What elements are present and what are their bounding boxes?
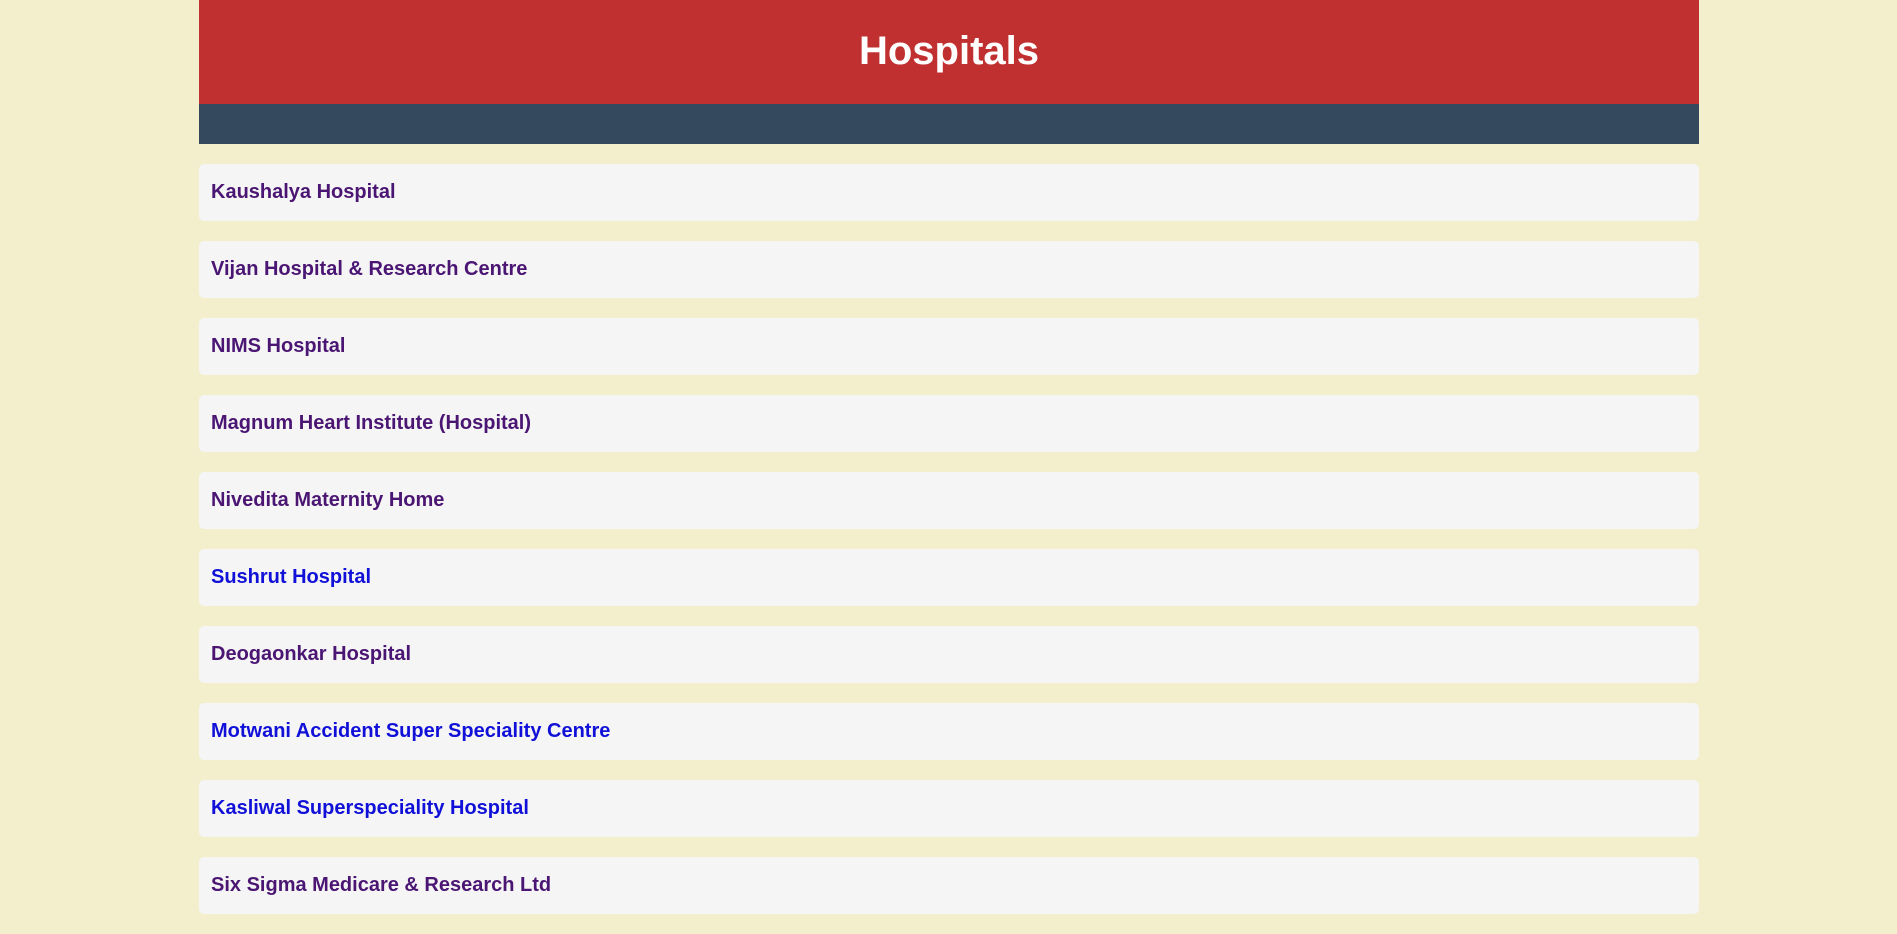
navigation-bar bbox=[199, 104, 1699, 144]
hospital-link[interactable]: Nivedita Maternity Home bbox=[211, 489, 444, 512]
hospital-link[interactable]: Magnum Heart Institute (Hospital) bbox=[211, 412, 531, 435]
list-item: Vijan Hospital & Research Centre bbox=[199, 241, 1699, 298]
page-title: Hospitals bbox=[858, 29, 1040, 73]
hospital-link[interactable]: Sushrut Hospital bbox=[211, 566, 371, 589]
hospital-link[interactable]: NIMS Hospital bbox=[211, 335, 345, 358]
list-item: Motwani Accident Super Speciality Centre bbox=[199, 703, 1699, 760]
list-item: NIMS Hospital bbox=[199, 318, 1699, 375]
hospital-list: Kaushalya Hospital Vijan Hospital & Rese… bbox=[199, 164, 1699, 914]
list-item: Nivedita Maternity Home bbox=[199, 472, 1699, 529]
list-item: Sushrut Hospital bbox=[199, 549, 1699, 606]
hospital-link[interactable]: Deogaonkar Hospital bbox=[211, 643, 411, 666]
list-item: Deogaonkar Hospital bbox=[199, 626, 1699, 683]
list-item: Kasliwal Superspeciality Hospital bbox=[199, 780, 1699, 837]
hospital-link[interactable]: Motwani Accident Super Speciality Centre bbox=[211, 720, 610, 743]
list-item: Magnum Heart Institute (Hospital) bbox=[199, 395, 1699, 452]
hospital-link[interactable]: Kaushalya Hospital bbox=[211, 181, 396, 204]
hospital-link[interactable]: Vijan Hospital & Research Centre bbox=[211, 258, 527, 281]
list-item: Kaushalya Hospital bbox=[199, 164, 1699, 221]
hospital-link[interactable]: Six Sigma Medicare & Research Ltd bbox=[211, 874, 551, 897]
page-container: Hospitals Kaushalya Hospital Vijan Hospi… bbox=[199, 0, 1699, 934]
page-header: Hospitals bbox=[199, 0, 1699, 104]
hospital-link[interactable]: Kasliwal Superspeciality Hospital bbox=[211, 797, 529, 820]
list-item: Six Sigma Medicare & Research Ltd bbox=[199, 857, 1699, 914]
